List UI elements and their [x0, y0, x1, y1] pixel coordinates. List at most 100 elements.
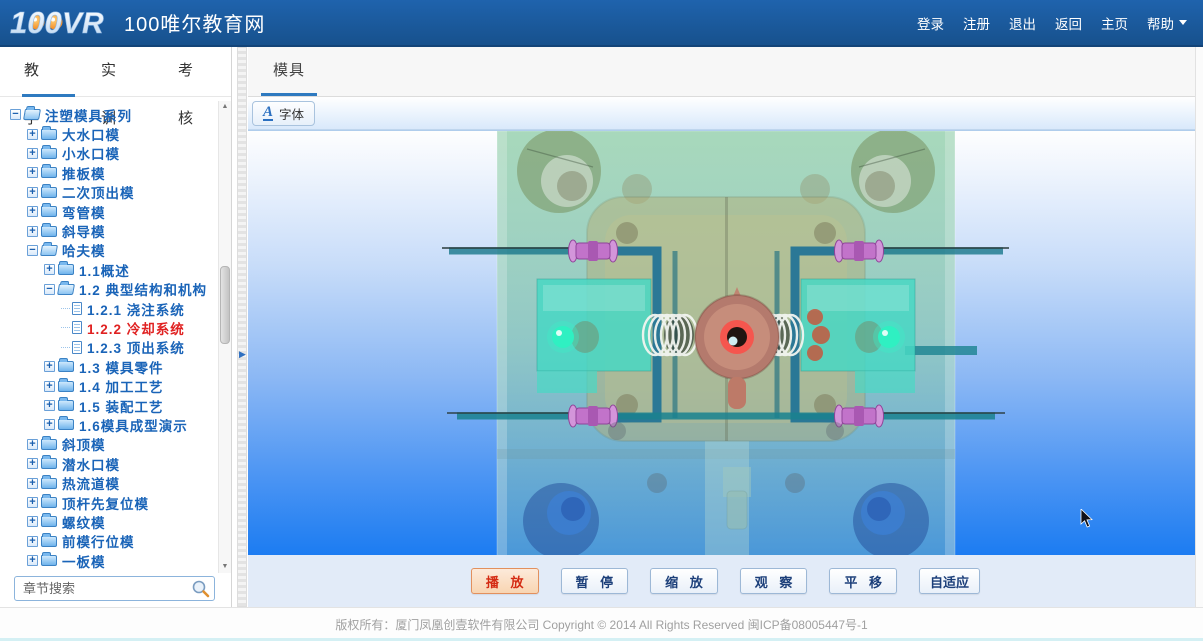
nav-register[interactable]: 注册 [963, 13, 990, 33]
expand-icon[interactable]: + [44, 381, 55, 392]
tree-node[interactable]: 1.2.3 顶出系统 [0, 338, 218, 357]
tree-node[interactable]: +二次顶出模 [0, 183, 218, 202]
main-panel: 模具 A 字体 [248, 47, 1203, 607]
tab-mold[interactable]: 模具 [261, 47, 317, 95]
tree-node-label: 推板模 [62, 163, 106, 183]
observe-button[interactable]: 观 察 [740, 568, 808, 594]
nav-register-label: 注册 [963, 13, 990, 33]
folder-icon [58, 264, 74, 275]
tree-node[interactable]: + 前模行位模 [0, 532, 218, 551]
expand-icon[interactable]: + [44, 361, 55, 372]
page: 100 VR 100唯尔教育网 登录注册退出返回主页帮助 教 学实 训考 核 −… [0, 0, 1203, 641]
folder-icon [58, 419, 74, 430]
tree-node-label: 1.3 模具零件 [79, 357, 164, 377]
search-input[interactable] [14, 576, 215, 601]
collapse-icon[interactable]: − [10, 109, 21, 120]
folder-icon [41, 555, 57, 566]
expand-icon[interactable]: + [27, 167, 38, 178]
tree-node-label: 潜水口模 [62, 454, 120, 474]
collapse-icon[interactable]: − [27, 245, 38, 256]
tree-node-label: 1.6模具成型演示 [79, 415, 188, 435]
search-icon[interactable] [191, 579, 210, 598]
tree-node[interactable]: +1.1概述 [0, 260, 218, 279]
tree-node[interactable]: +热流道模 [0, 473, 218, 492]
sidebar-tab-training[interactable]: 实 训 [99, 47, 154, 96]
nav-back-label: 返回 [1055, 13, 1082, 33]
tree-node[interactable]: +1.5 装配工艺 [0, 396, 218, 415]
tree-node[interactable]: +小水口模 [0, 144, 218, 163]
sidebar-tab-teaching[interactable]: 教 学 [22, 47, 77, 96]
collapse-icon[interactable]: − [44, 284, 55, 295]
expand-icon[interactable]: + [27, 206, 38, 217]
font-button-label: 字体 [279, 104, 304, 123]
nav-logout[interactable]: 退出 [1009, 13, 1036, 33]
tree-node-label: 螺纹模 [62, 512, 106, 532]
viewer-3d-canvas[interactable] [248, 130, 1203, 555]
splitter-collapse-icon[interactable]: ▶ [238, 347, 247, 361]
site-title: 100唯尔教育网 [124, 8, 265, 37]
tree-node-label: 1.1概述 [79, 260, 130, 280]
tree-node[interactable]: + 潜水口模 [0, 454, 218, 473]
tree-node[interactable]: 1.2.1 浇注系统 [0, 299, 218, 318]
autofit-button[interactable]: 自适应 [919, 568, 980, 594]
folder-open-icon [23, 109, 41, 120]
splitter-bar[interactable] [237, 47, 247, 607]
scroll-down-icon[interactable]: ▼ [219, 561, 231, 573]
tree-scrollbar[interactable]: ▲ ▼ [218, 101, 231, 573]
tree-node-label: 1.2.2 冷却系统 [87, 318, 185, 338]
tree-node[interactable]: 1.2.2 冷却系统 [0, 318, 218, 337]
expand-icon[interactable]: + [44, 264, 55, 275]
expand-icon[interactable]: + [27, 478, 38, 489]
tree-node[interactable]: +斜顶模 [0, 435, 218, 454]
expand-icon[interactable]: + [27, 439, 38, 450]
scrollbar-thumb[interactable] [220, 266, 230, 344]
expand-icon[interactable]: + [27, 187, 38, 198]
folder-icon [58, 381, 74, 392]
tree-node[interactable]: −1.2 典型结构和机构 [0, 280, 218, 299]
folder-icon [58, 400, 74, 411]
tree-node[interactable]: +1.4 加工工艺 [0, 376, 218, 395]
scroll-up-icon[interactable]: ▲ [219, 101, 231, 113]
expand-icon[interactable]: + [27, 148, 38, 159]
tree-node[interactable]: +大水口模 [0, 124, 218, 143]
sidebar-tab-assessment[interactable]: 考 核 [176, 47, 231, 96]
nav-help[interactable]: 帮助 [1147, 13, 1187, 33]
expand-icon[interactable]: + [44, 419, 55, 430]
expand-icon[interactable]: + [27, 129, 38, 140]
expand-icon[interactable]: + [27, 226, 38, 237]
pan-button[interactable]: 平 移 [829, 568, 897, 594]
tree-node[interactable]: +1.6模具成型演示 [0, 415, 218, 434]
zoom-button[interactable]: 缩 放 [650, 568, 718, 594]
tree-node[interactable]: +弯管模 [0, 202, 218, 221]
tree-node-label: 一板模 [62, 551, 106, 571]
expand-icon[interactable]: + [44, 400, 55, 411]
tree-node[interactable]: +斜导模 [0, 221, 218, 240]
tree-node[interactable]: −注塑模具系列 [0, 105, 218, 124]
folder-icon [41, 129, 57, 140]
tree-node[interactable]: +1.3 模具零件 [0, 357, 218, 376]
document-icon [72, 302, 82, 315]
expand-icon[interactable]: + [27, 458, 38, 469]
tree-node[interactable]: + 螺纹模 [0, 512, 218, 531]
folder-icon [41, 148, 57, 159]
expand-icon[interactable]: + [27, 536, 38, 547]
tree-node[interactable]: −哈夫模 [0, 241, 218, 260]
tree-node[interactable]: + 一板模 [0, 551, 218, 570]
nav-login[interactable]: 登录 [917, 13, 944, 33]
tree-node-label: 前模行位模 [62, 531, 135, 551]
folder-icon [41, 187, 57, 198]
header: 100 VR 100唯尔教育网 登录注册退出返回主页帮助 [0, 0, 1203, 47]
play-button[interactable]: 播 放 [471, 568, 539, 594]
nav-back[interactable]: 返回 [1055, 13, 1082, 33]
pause-button[interactable]: 暂 停 [561, 568, 629, 594]
tree-node[interactable]: + 推板模 [0, 163, 218, 182]
nav-home[interactable]: 主页 [1101, 13, 1128, 33]
expand-icon[interactable]: + [27, 555, 38, 566]
tree-node[interactable]: +顶杆先复位模 [0, 493, 218, 512]
folder-icon [41, 516, 57, 527]
expand-icon[interactable]: + [27, 516, 38, 527]
logo-100vr: 100 VR [10, 5, 114, 41]
expand-icon[interactable]: + [27, 497, 38, 508]
font-button[interactable]: A 字体 [252, 101, 315, 126]
svg-text:100: 100 [10, 5, 62, 40]
